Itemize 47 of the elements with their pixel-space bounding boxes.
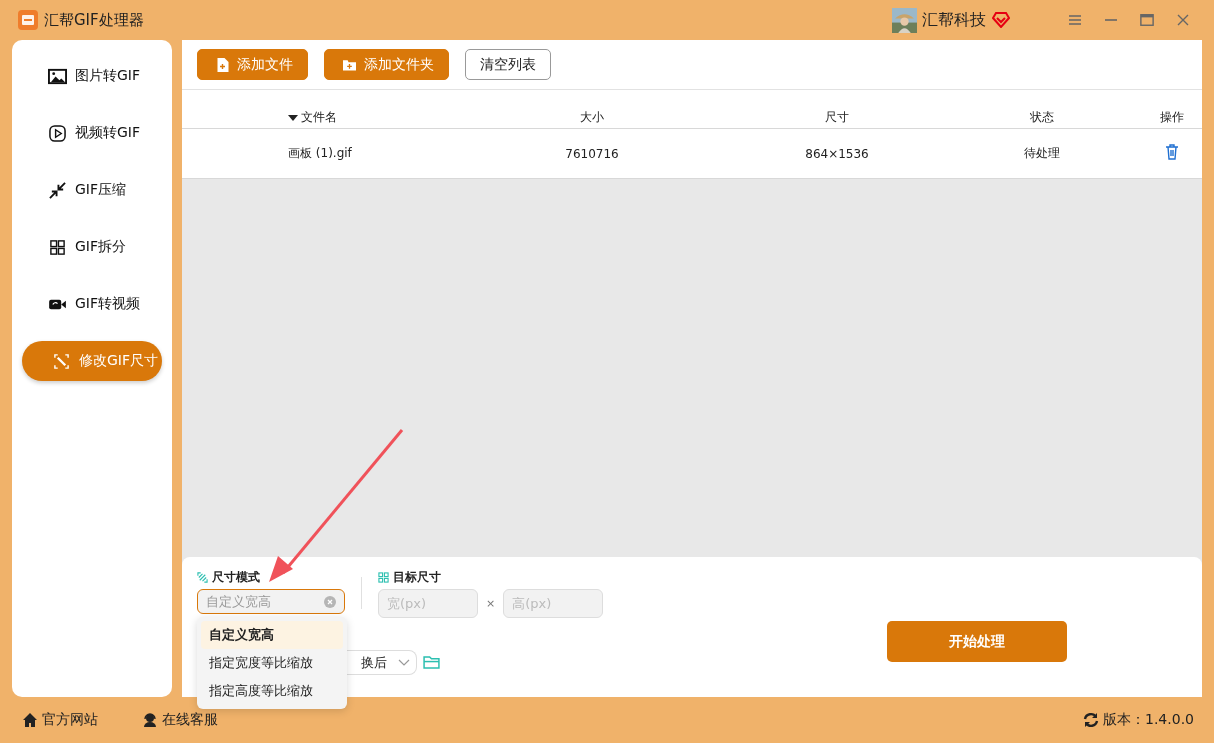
- sort-caret-icon: [288, 114, 298, 121]
- sidebar-item[interactable]: GIF转视频: [22, 284, 162, 324]
- table-cell-text: 画板 (1).gif: [287, 145, 352, 162]
- sidebar-item[interactable]: 图片转GIF: [22, 56, 162, 96]
- table-cell: 7610716: [565, 146, 619, 161]
- field-label: 目标尺寸: [393, 569, 441, 586]
- home-icon: [22, 712, 38, 728]
- version-text: 版本：1.4.0.0: [1103, 711, 1194, 729]
- split-icon: [48, 238, 67, 256]
- sidebar-item[interactable]: GIF拆分: [22, 227, 162, 267]
- menu-icon[interactable]: [1068, 13, 1082, 27]
- footer-link[interactable]: 在线客服: [142, 711, 218, 729]
- play-icon: [48, 124, 67, 142]
- sidebar-item[interactable]: GIF压缩: [22, 170, 162, 210]
- table-cell: 864×1536: [805, 146, 869, 161]
- app-logo-icon: [18, 10, 38, 30]
- headset-icon: [142, 712, 158, 728]
- column-header[interactable]: 尺寸: [825, 109, 849, 128]
- column-header[interactable]: 大小: [580, 109, 604, 128]
- column-header[interactable]: 状态: [1030, 109, 1054, 128]
- dropdown-option[interactable]: 指定高度等比缩放: [201, 677, 343, 705]
- add-file-icon: [216, 57, 229, 72]
- video-camera-icon: [48, 297, 67, 311]
- column-header[interactable]: 文件名: [182, 109, 337, 128]
- folder-icon[interactable]: [423, 656, 440, 669]
- column-header[interactable]: 操作: [1160, 109, 1184, 128]
- window-title: 汇帮GIF处理器: [44, 10, 144, 30]
- dropdown-option[interactable]: 自定义宽高: [201, 621, 343, 649]
- toolbar-button[interactable]: 清空列表: [465, 49, 551, 80]
- grid-icon: [378, 572, 389, 583]
- times-sign: ×: [486, 597, 496, 610]
- user-name: 汇帮科技: [922, 9, 986, 31]
- delete-icon[interactable]: [1165, 144, 1179, 160]
- close-icon[interactable]: [1176, 13, 1190, 27]
- sidebar-item[interactable]: 视频转GIF: [22, 113, 162, 153]
- image-icon: [48, 67, 67, 85]
- field-label: 尺寸模式: [212, 569, 260, 586]
- compress-icon: [48, 181, 67, 199]
- add-folder-icon: [343, 57, 356, 72]
- refresh-icon[interactable]: [1083, 712, 1099, 728]
- clear-icon[interactable]: [324, 595, 336, 608]
- dropdown-option[interactable]: 指定宽度等比缩放: [201, 649, 343, 677]
- chevron-down-icon: [398, 659, 410, 666]
- footer-link[interactable]: 官方网站: [22, 711, 98, 729]
- maximize-icon[interactable]: [1140, 13, 1154, 27]
- table-cell: 待处理: [1024, 145, 1060, 162]
- diamond-icon[interactable]: [992, 12, 1010, 28]
